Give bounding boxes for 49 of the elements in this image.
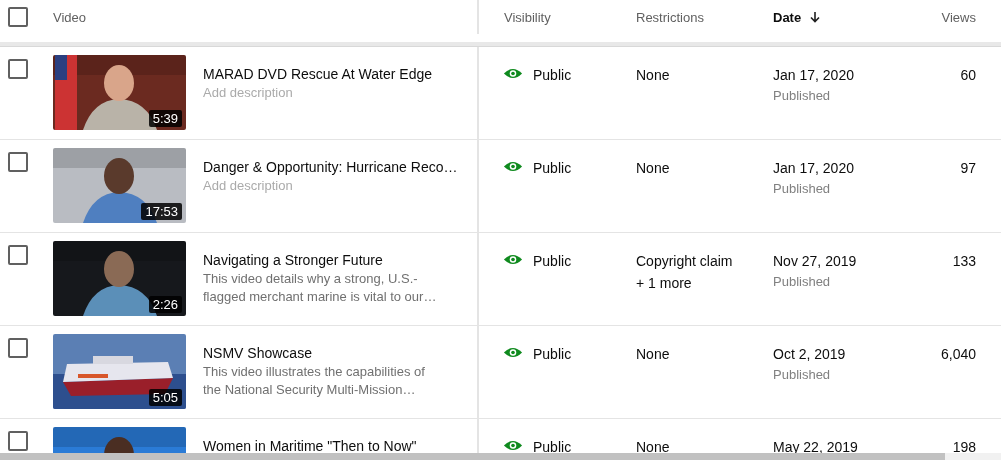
visibility-label: Public (533, 159, 572, 178)
date-text: Oct 2, 2019 (773, 345, 846, 364)
select-all-checkbox[interactable] (8, 7, 28, 27)
restriction-text: + 1 more (636, 274, 692, 293)
restriction-text: None (636, 345, 670, 364)
restriction-text: None (636, 66, 670, 85)
restriction-text: None (636, 159, 670, 178)
horizontal-scrollbar[interactable] (0, 453, 1001, 460)
view-count: 198 (952, 438, 976, 457)
date-text: May 22, 2019 (773, 438, 858, 457)
video-title[interactable]: Women in Maritime "Then to Now" (203, 436, 469, 456)
status-text: Published (773, 87, 831, 105)
column-header[interactable]: Visibility (504, 9, 551, 25)
view-count: 60 (960, 66, 976, 85)
sort-arrow-icon (809, 11, 822, 23)
video-title[interactable]: Danger & Opportunity: Hurricane Reco… (203, 157, 469, 177)
restriction-text: None (636, 438, 670, 457)
row-checkbox[interactable] (8, 152, 28, 172)
visibility-label: Public (533, 66, 572, 85)
column-header[interactable]: Date (773, 9, 822, 25)
column-header[interactable]: Views (941, 9, 976, 25)
video-description: This video details why a strong, U.S.-flagged merchant marine is vital to our… (203, 270, 438, 306)
duration-badge: 17:53 (141, 203, 182, 220)
view-count: 6,040 (940, 345, 976, 364)
column-header[interactable]: Restrictions (636, 9, 704, 25)
video-title[interactable]: NSMV Showcase (203, 343, 469, 363)
row-checkbox[interactable] (8, 245, 28, 265)
view-count: 133 (952, 252, 976, 271)
restriction-text: Copyright claim (636, 252, 733, 271)
row-checkbox[interactable] (8, 338, 28, 358)
view-count: 97 (960, 159, 976, 178)
video-title[interactable]: Navigating a Stronger Future (203, 250, 469, 270)
row-checkbox[interactable] (8, 59, 28, 79)
visibility-label: Public (533, 345, 572, 364)
video-description: This video illustrates the capabilities of the National Security Multi-Mission… (203, 363, 426, 399)
status-text: Published (773, 180, 831, 198)
date-text: Jan 17, 2020 (773, 66, 854, 85)
video-title[interactable]: MARAD DVD Rescue At Water Edge (203, 64, 469, 84)
row-checkbox[interactable] (8, 431, 28, 451)
date-text: Nov 27, 2019 (773, 252, 857, 271)
duration-badge: 2:26 (148, 296, 182, 313)
visibility-label: Public (533, 438, 572, 457)
date-text: Jan 17, 2020 (773, 159, 854, 178)
duration-badge: 5:05 (148, 389, 182, 406)
column-header[interactable]: Video (53, 9, 86, 25)
status-text: Published (773, 366, 831, 384)
duration-badge: 5:39 (148, 110, 182, 127)
visibility-label: Public (533, 252, 572, 271)
status-text: Published (773, 273, 831, 291)
